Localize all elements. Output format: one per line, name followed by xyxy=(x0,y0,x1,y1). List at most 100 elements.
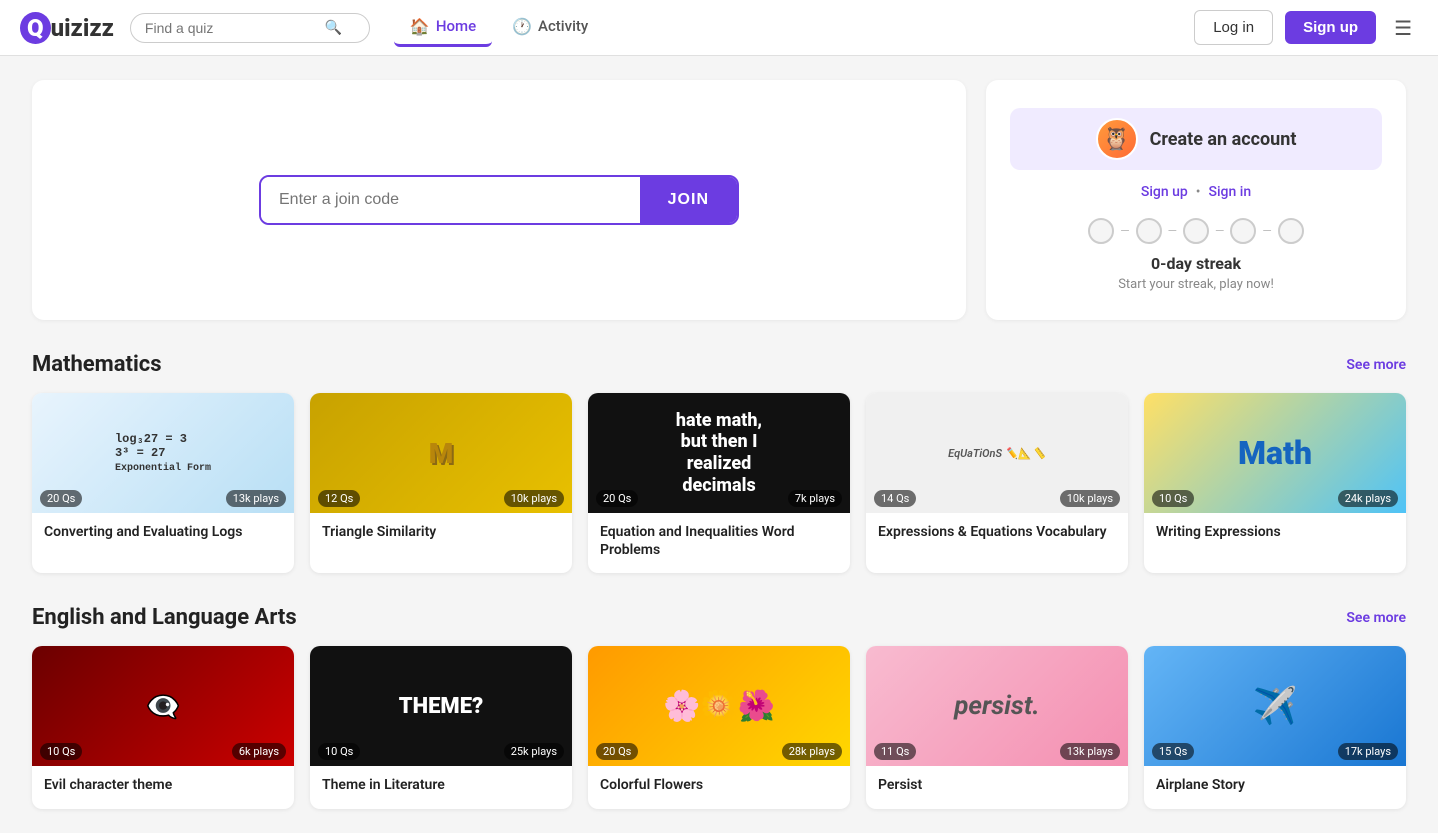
ela-card-3-body: Colorful Flowers xyxy=(588,766,850,808)
math-card-3[interactable]: hate math,but then Irealizeddecimals 20 … xyxy=(588,393,850,573)
math-card-2-body: Triangle Similarity xyxy=(310,513,572,555)
ela-card-3-image: 🌸🌼🌺 20 Qs 28k plays xyxy=(588,646,850,766)
signup-button[interactable]: Sign up xyxy=(1285,11,1376,44)
ela-card-1-title: Evil character theme xyxy=(44,776,282,794)
create-account-title: Create an account xyxy=(1150,129,1297,150)
separator: • xyxy=(1196,184,1201,200)
streak-dash-3: — xyxy=(1215,224,1224,238)
activity-icon: 🕐 xyxy=(512,17,532,36)
join-code-input[interactable] xyxy=(261,177,640,223)
plane-icon: ✈️ xyxy=(1253,685,1298,727)
ela-card-4-plays: 13k plays xyxy=(1060,743,1120,760)
streak-dots: — — — — xyxy=(1088,218,1304,244)
nav-activity[interactable]: 🕐 Activity xyxy=(496,9,604,47)
ela-card-5[interactable]: ✈️ 15 Qs 17k plays Airplane Story xyxy=(1144,646,1406,808)
math-card-5-body: Writing Expressions xyxy=(1144,513,1406,555)
math-card-4-image: EqUaTiOnS ✏️📐📏 14 Qs 10k plays xyxy=(866,393,1128,513)
ela-card-4-image: persist. 11 Qs 13k plays xyxy=(866,646,1128,766)
math-card-3-image: hate math,but then Irealizeddecimals 20 … xyxy=(588,393,850,513)
math-cards-grid: log₃27 = 33³ = 27Exponential Form 20 Qs … xyxy=(32,393,1406,573)
evil-icon: 👁️‍🗨️ xyxy=(146,690,181,723)
math-card-1[interactable]: log₃27 = 33³ = 27Exponential Form 20 Qs … xyxy=(32,393,294,573)
streak-dot-3 xyxy=(1183,218,1209,244)
math-card-4[interactable]: EqUaTiOnS ✏️📐📏 14 Qs 10k plays Expressio… xyxy=(866,393,1128,573)
nav-home[interactable]: 🏠 Home xyxy=(394,9,492,47)
create-account-box: 🦉 Create an account Sign up • Sign in — … xyxy=(986,80,1406,320)
math-card-2-image: M 12 Qs 10k plays xyxy=(310,393,572,513)
math-card-4-qs: 14 Qs xyxy=(874,490,916,507)
math-card-3-plays: 7k plays xyxy=(788,490,842,507)
math-card-3-title: Equation and Inequalities Word Problems xyxy=(600,523,838,559)
ela-card-4-title: Persist xyxy=(878,776,1116,794)
join-button[interactable]: JOIN xyxy=(640,177,737,223)
ela-see-more[interactable]: See more xyxy=(1346,610,1406,626)
streak-dot-2 xyxy=(1136,218,1162,244)
login-button[interactable]: Log in xyxy=(1194,10,1273,45)
math-card-5-qs: 10 Qs xyxy=(1152,490,1194,507)
ela-card-5-body: Airplane Story xyxy=(1144,766,1406,808)
logo-q: Q xyxy=(20,12,51,44)
equations-sketch: EqUaTiOnS ✏️📐📏 xyxy=(948,447,1046,460)
math-card-2[interactable]: M 12 Qs 10k plays Triangle Similarity xyxy=(310,393,572,573)
ela-card-3-title: Colorful Flowers xyxy=(600,776,838,794)
ela-card-3-plays: 28k plays xyxy=(782,743,842,760)
math-card-4-title: Expressions & Equations Vocabulary xyxy=(878,523,1116,541)
ela-card-1-plays: 6k plays xyxy=(232,743,286,760)
triangle-text: M xyxy=(429,437,454,470)
ela-card-1[interactable]: 👁️‍🗨️ 10 Qs 6k plays Evil character them… xyxy=(32,646,294,808)
nav-right: Log in Sign up ☰ xyxy=(1194,10,1418,46)
math-section-header: Mathematics See more xyxy=(32,352,1406,377)
hero-section: JOIN 🦉 Create an account Sign up • Sign … xyxy=(32,80,1406,320)
streak-dash-1: — xyxy=(1120,224,1129,238)
ela-card-5-image: ✈️ 15 Qs 17k plays xyxy=(1144,646,1406,766)
join-form: JOIN xyxy=(259,175,739,225)
search-bar[interactable]: 🔍 xyxy=(130,13,370,43)
flowers-icon: 🌸🌼🌺 xyxy=(663,689,775,724)
math-card-1-title: Converting and Evaluating Logs xyxy=(44,523,282,541)
search-input[interactable] xyxy=(145,20,325,36)
ela-card-4[interactable]: persist. 11 Qs 13k plays Persist xyxy=(866,646,1128,808)
math-card-5-title: Writing Expressions xyxy=(1156,523,1394,541)
streak-dash-4: — xyxy=(1262,224,1271,238)
ela-card-5-plays: 17k plays xyxy=(1338,743,1398,760)
ela-card-2-title: Theme in Literature xyxy=(322,776,560,794)
math-colorful-text: Math xyxy=(1238,434,1312,472)
math-section-title: Mathematics xyxy=(32,352,162,377)
streak-dash-2: — xyxy=(1168,224,1177,238)
ela-cards-grid: 👁️‍🗨️ 10 Qs 6k plays Evil character them… xyxy=(32,646,1406,808)
streak-dot-5 xyxy=(1278,218,1304,244)
math-card-4-body: Expressions & Equations Vocabulary xyxy=(866,513,1128,555)
ela-card-2[interactable]: THEME? 10 Qs 25k plays Theme in Literatu… xyxy=(310,646,572,808)
math-card-3-qs: 20 Qs xyxy=(596,490,638,507)
ela-card-1-body: Evil character theme xyxy=(32,766,294,808)
signin-link[interactable]: Sign in xyxy=(1209,184,1252,200)
ela-card-2-body: Theme in Literature xyxy=(310,766,572,808)
math-card-1-body: Converting and Evaluating Logs xyxy=(32,513,294,555)
ela-card-3[interactable]: 🌸🌼🌺 20 Qs 28k plays Colorful Flowers xyxy=(588,646,850,808)
hamburger-menu[interactable]: ☰ xyxy=(1388,10,1418,46)
ela-section-header: English and Language Arts See more xyxy=(32,605,1406,630)
main-content: JOIN 🦉 Create an account Sign up • Sign … xyxy=(0,56,1438,833)
avatar: 🦉 xyxy=(1096,118,1138,160)
decimals-text: hate math,but then Irealizeddecimals xyxy=(668,402,770,504)
ela-card-1-qs: 10 Qs xyxy=(40,743,82,760)
math-see-more[interactable]: See more xyxy=(1346,357,1406,373)
ela-card-5-title: Airplane Story xyxy=(1156,776,1394,794)
ela-card-3-qs: 20 Qs xyxy=(596,743,638,760)
streak-dot-1 xyxy=(1088,218,1114,244)
signup-link[interactable]: Sign up xyxy=(1141,184,1188,200)
create-account-header: 🦉 Create an account xyxy=(1010,108,1382,170)
streak-label: 0-day streak xyxy=(1151,254,1241,273)
join-box: JOIN xyxy=(32,80,966,320)
ela-card-4-qs: 11 Qs xyxy=(874,743,916,760)
ela-section-title: English and Language Arts xyxy=(32,605,297,630)
ela-card-2-plays: 25k plays xyxy=(504,743,564,760)
math-card-2-plays: 10k plays xyxy=(504,490,564,507)
logo[interactable]: Quizizz xyxy=(20,14,114,42)
create-links: Sign up • Sign in xyxy=(1141,184,1251,200)
ela-card-2-image: THEME? 10 Qs 25k plays xyxy=(310,646,572,766)
math-card-5-plays: 24k plays xyxy=(1338,490,1398,507)
math-card-1-plays: 13k plays xyxy=(226,490,286,507)
math-card-5[interactable]: Math 10 Qs 24k plays Writing Expressions xyxy=(1144,393,1406,573)
math-log-text: log₃27 = 33³ = 27Exponential Form xyxy=(107,424,219,482)
